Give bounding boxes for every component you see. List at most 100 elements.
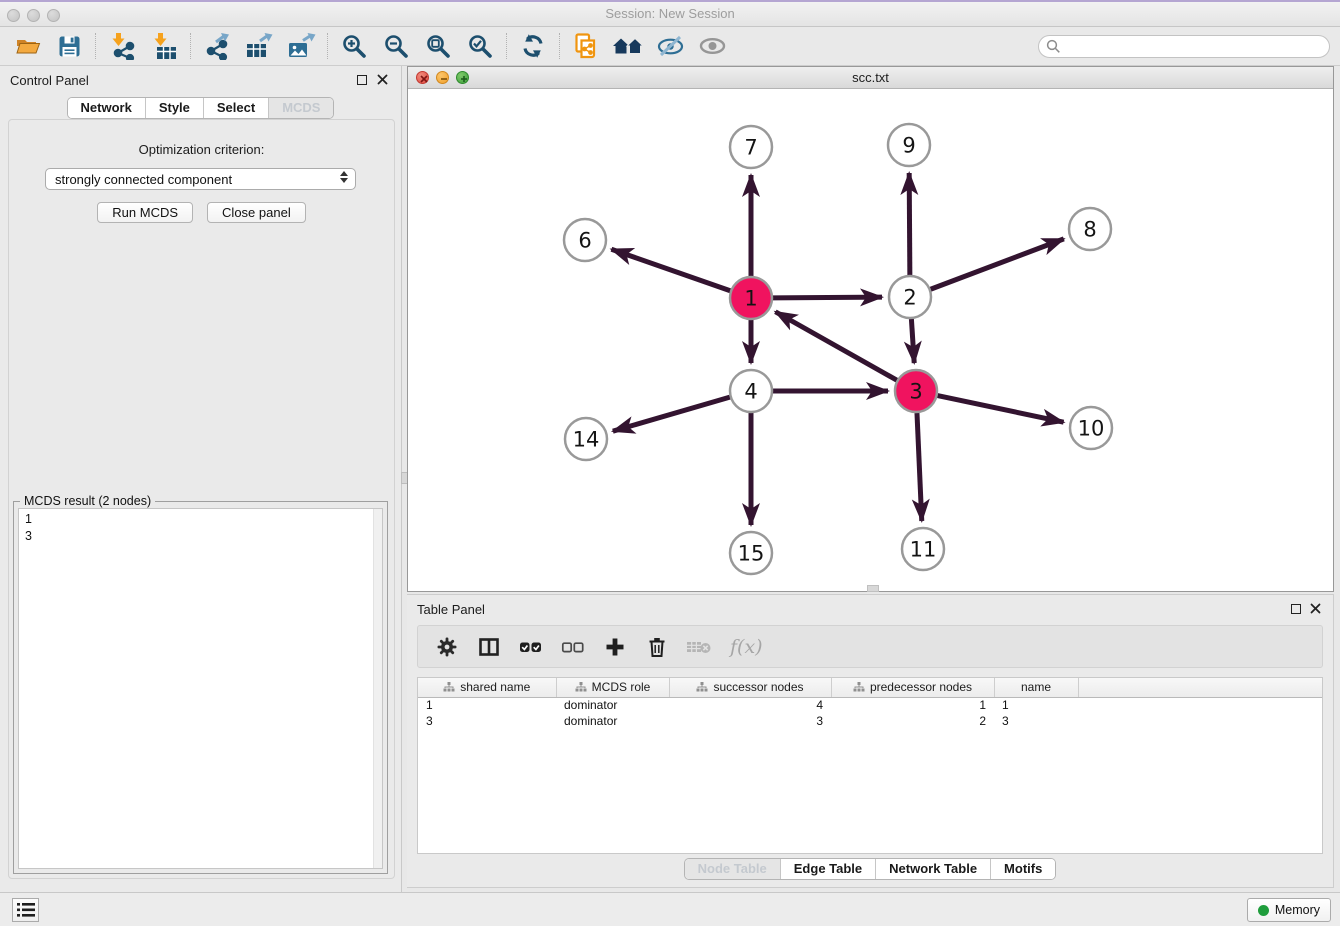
network-home-button[interactable] — [607, 29, 649, 63]
float-table-panel-icon[interactable] — [1291, 604, 1301, 614]
eye-icon — [699, 33, 726, 59]
export-image-button[interactable] — [280, 29, 322, 63]
graph-node-8[interactable]: 8 — [1069, 208, 1111, 250]
table-row[interactable]: 1dominator411 — [418, 697, 1322, 713]
eye-slash-icon — [657, 33, 684, 59]
mcds-result-box[interactable]: 1 3 — [18, 508, 383, 869]
table-panel: Table Panel — [407, 594, 1334, 888]
export-network-button[interactable] — [196, 29, 238, 63]
function-builder-button-disabled: f(x) — [728, 634, 772, 660]
import-table-button[interactable] — [143, 29, 185, 63]
search-input[interactable] — [1038, 35, 1330, 58]
criterion-dropdown[interactable]: strongly connected component — [45, 168, 356, 190]
graph-node-11[interactable]: 11 — [902, 528, 944, 570]
memory-button[interactable]: Memory — [1247, 898, 1331, 922]
edge-3-1[interactable] — [775, 312, 896, 380]
tab-mcds[interactable]: MCDS — [269, 98, 333, 118]
close-panel-button[interactable]: Close panel — [207, 202, 306, 223]
toolbar-separator — [190, 33, 191, 59]
network-canvas[interactable]: 7 9 6 8 1 2 4 3 14 10 15 11 — [408, 89, 1333, 591]
window-minimize-button[interactable] — [27, 9, 40, 22]
table-row[interactable]: 3dominator323 — [418, 713, 1322, 729]
edge-2-9[interactable] — [909, 173, 910, 275]
network-frame-titlebar[interactable]: scc.txt — [408, 67, 1333, 89]
graph-node-4[interactable]: 4 — [730, 370, 772, 412]
hierarchy-icon — [443, 682, 455, 692]
hide-selected-button[interactable] — [649, 29, 691, 63]
close-panel-icon[interactable] — [377, 74, 388, 85]
tab-style[interactable]: Style — [146, 98, 204, 118]
zoom-in-button[interactable] — [333, 29, 375, 63]
node-table: shared nameMCDS rolesuccessor nodesprede… — [418, 678, 1322, 729]
column-header-MCDS-role[interactable]: MCDS role — [556, 678, 669, 697]
graph-node-7[interactable]: 7 — [730, 126, 772, 168]
frame-close-button[interactable] — [416, 71, 429, 84]
result-scrollbar[interactable] — [373, 509, 382, 868]
split-pane-grip[interactable] — [867, 585, 879, 592]
criterion-value: strongly connected component — [55, 172, 232, 187]
zoom-selected-button[interactable] — [459, 29, 501, 63]
graph-node-3[interactable]: 3 — [895, 370, 937, 412]
tab-motifs[interactable]: Motifs — [991, 859, 1055, 879]
table-panel-header: Table Panel — [407, 595, 1333, 623]
run-mcds-button[interactable]: Run MCDS — [97, 202, 193, 223]
create-column-button[interactable] — [602, 634, 628, 660]
frame-minimize-button[interactable] — [436, 71, 449, 84]
graph-node-14[interactable]: 14 — [565, 418, 607, 460]
tab-node-table[interactable]: Node Table — [685, 859, 781, 879]
task-history-button[interactable] — [12, 898, 39, 922]
window-close-button[interactable] — [7, 9, 20, 22]
apply-layout-button[interactable] — [512, 29, 554, 63]
edge-4-14[interactable] — [613, 397, 730, 431]
graph-node-10[interactable]: 10 — [1070, 407, 1112, 449]
open-session-button[interactable] — [6, 29, 48, 63]
edge-1-2[interactable] — [773, 297, 882, 298]
graph-node-15[interactable]: 15 — [730, 532, 772, 574]
svg-text:8: 8 — [1083, 218, 1096, 242]
delete-columns-button[interactable] — [644, 634, 670, 660]
table-panel-tabs: Node Table Edge Table Network Table Moti… — [684, 858, 1057, 880]
edge-1-6[interactable] — [611, 249, 730, 291]
export-table-button[interactable] — [238, 29, 280, 63]
window-zoom-button[interactable] — [47, 9, 60, 22]
deselect-all-columns-button[interactable] — [560, 634, 586, 660]
graph-node-6[interactable]: 6 — [564, 219, 606, 261]
tab-network[interactable]: Network — [68, 98, 146, 118]
edge-3-10[interactable] — [938, 396, 1064, 423]
ndex-share-button[interactable] — [565, 29, 607, 63]
save-session-button[interactable] — [48, 29, 90, 63]
zoom-out-button[interactable] — [375, 29, 417, 63]
graph-node-2[interactable]: 2 — [889, 276, 931, 318]
zoom-out-icon — [383, 33, 409, 59]
split-view-button[interactable] — [476, 634, 502, 660]
graph-node-9[interactable]: 9 — [888, 124, 930, 166]
select-all-columns-button[interactable] — [518, 634, 544, 660]
import-network-button[interactable] — [101, 29, 143, 63]
fx-icon: f(x) — [728, 635, 772, 659]
gear-icon — [436, 636, 458, 658]
graph-node-1[interactable]: 1 — [730, 277, 772, 319]
zoom-fit-button[interactable] — [417, 29, 459, 63]
edge-2-8[interactable] — [931, 239, 1064, 289]
column-header-shared-name[interactable]: shared name — [418, 678, 556, 697]
optimization-criterion-label: Optimization criterion: — [9, 142, 394, 157]
frame-maximize-button[interactable] — [456, 71, 469, 84]
search-icon — [1046, 39, 1061, 54]
memory-label: Memory — [1275, 903, 1320, 917]
table-settings-button[interactable] — [434, 634, 460, 660]
edge-3-11[interactable] — [917, 413, 922, 521]
show-all-button[interactable] — [691, 29, 733, 63]
tab-network-table[interactable]: Network Table — [876, 859, 991, 879]
search-container — [1038, 35, 1330, 58]
float-panel-icon[interactable] — [357, 75, 367, 85]
split-columns-icon — [478, 636, 500, 658]
close-table-panel-icon[interactable] — [1310, 603, 1321, 614]
column-header-successor-nodes[interactable]: successor nodes — [669, 678, 831, 697]
tab-edge-table[interactable]: Edge Table — [781, 859, 876, 879]
tab-select[interactable]: Select — [204, 98, 269, 118]
table-panel-title: Table Panel — [417, 602, 485, 617]
toolbar-separator — [327, 33, 328, 59]
edge-2-3[interactable] — [911, 319, 914, 363]
column-header-name[interactable]: name — [994, 678, 1078, 697]
column-header-predecessor-nodes[interactable]: predecessor nodes — [831, 678, 994, 697]
